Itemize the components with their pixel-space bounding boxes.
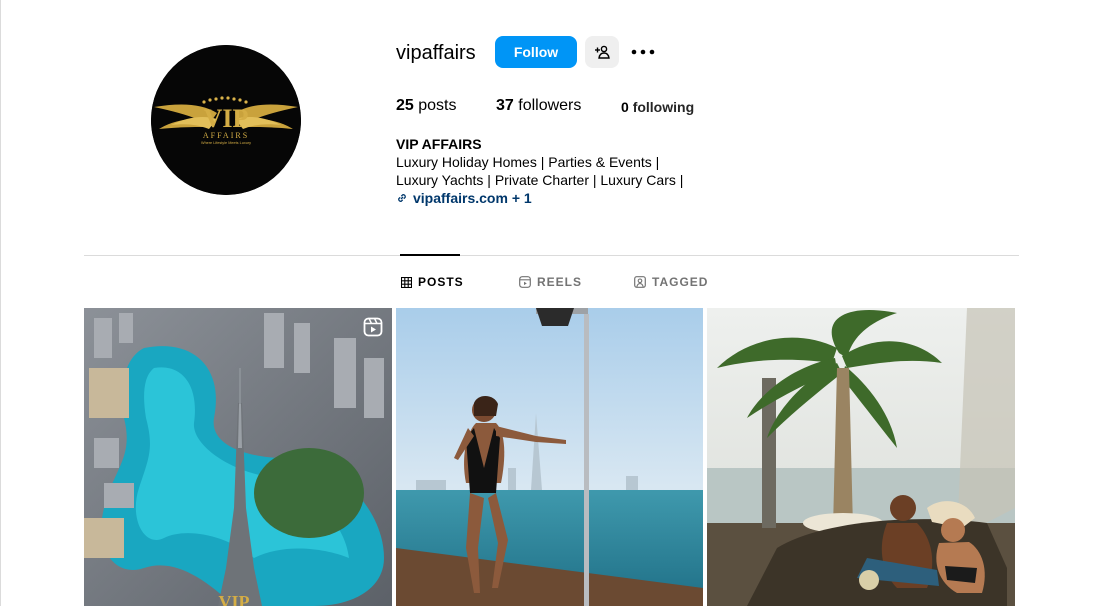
following-count: 0 [621, 99, 629, 115]
bio-full-name: VIP AFFAIRS [396, 136, 482, 152]
posts-count: 25 [396, 97, 414, 114]
following-label: following [632, 99, 695, 115]
posts-stat: 25 posts [396, 97, 457, 115]
post-thumbnail[interactable]: VIP [84, 308, 392, 606]
posts-label: posts [418, 97, 457, 114]
bio-website-link[interactable]: vipaffairs.com + 1 [396, 190, 532, 206]
followers-count: 37 [496, 97, 514, 114]
svg-text:AFFAIRS: AFFAIRS [203, 131, 249, 140]
bio-link-text: vipaffairs.com + 1 [413, 190, 532, 206]
window-edge [0, 0, 1, 606]
vip-affairs-logo: VIP AFFAIRS Where Lifestyle Meets Luxury [151, 45, 301, 195]
add-person-icon [595, 45, 610, 59]
svg-text:Where Lifestyle Meets Luxury: Where Lifestyle Meets Luxury [201, 141, 251, 145]
post-thumbnail[interactable] [707, 308, 1015, 606]
follow-button[interactable]: Follow [495, 36, 577, 68]
active-tab-indicator [400, 254, 460, 256]
svg-text:VIP: VIP [204, 104, 249, 133]
pool-couple-photo [707, 308, 1015, 606]
tab-reels-label: REELS [537, 275, 583, 289]
profile-username: vipaffairs [396, 42, 476, 64]
reel-icon [363, 317, 383, 337]
bio-text-line: Luxury Holiday Homes | Parties & Events … [396, 154, 660, 170]
link-icon [398, 194, 406, 202]
reels-icon [519, 276, 531, 288]
tagged-icon [634, 276, 646, 288]
tab-tagged[interactable]: TAGGED [634, 275, 708, 289]
suggested-users-button[interactable] [585, 36, 619, 68]
tab-reels[interactable]: REELS [519, 275, 582, 289]
tab-posts-label: POSTS [418, 275, 464, 289]
tab-posts[interactable]: POSTS [401, 275, 464, 289]
dubai-aerial-photo: VIP [84, 308, 392, 606]
more-dots-icon [631, 49, 655, 55]
profile-avatar[interactable]: VIP AFFAIRS Where Lifestyle Meets Luxury [151, 45, 301, 195]
followers-stat[interactable]: 37 followers [496, 97, 581, 115]
following-stat[interactable]: 0 following [621, 99, 694, 115]
profile-divider [84, 255, 1019, 256]
bio-text-line: Luxury Yachts | Private Charter | Luxury… [396, 172, 684, 188]
more-options-button[interactable] [630, 40, 656, 64]
tab-tagged-label: TAGGED [652, 275, 709, 289]
svg-text:VIP: VIP [219, 592, 250, 606]
yacht-shower-photo [396, 308, 703, 606]
grid-icon [401, 276, 412, 288]
followers-label: followers [518, 97, 582, 114]
post-thumbnail[interactable] [396, 308, 703, 606]
